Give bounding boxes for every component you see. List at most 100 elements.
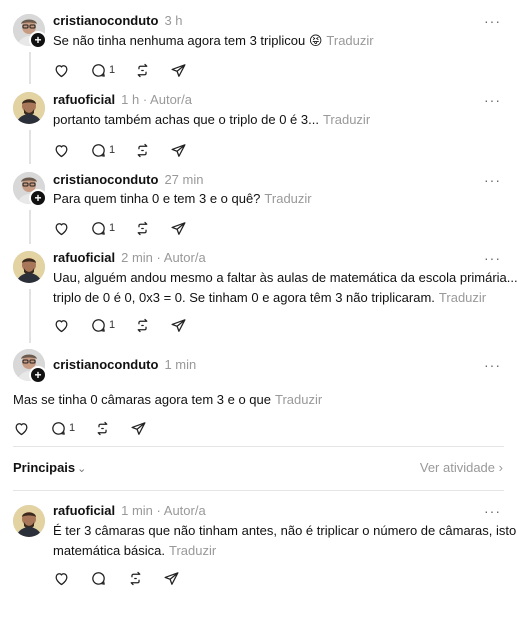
post-text: Para quem tinha 0 e tem 3 e o quê? Traduz…	[53, 189, 312, 209]
more-icon[interactable]: ···	[484, 250, 501, 266]
action-bar: 1	[53, 61, 203, 79]
repost-icon	[134, 220, 151, 237]
action-bar: 1	[13, 419, 163, 437]
post-header: rafuoficial 1 min · Autor/a	[53, 503, 206, 518]
chevron-right-icon: ›	[498, 460, 503, 475]
repost-button[interactable]	[134, 219, 151, 237]
share-button[interactable]	[170, 316, 187, 334]
comment-button[interactable]: 1	[90, 219, 115, 237]
post-text: Mas se tinha 0 câmaras agora tem 3 e o q…	[13, 390, 322, 410]
view-activity-label: Ver atividade	[419, 460, 496, 475]
avatar[interactable]	[13, 251, 45, 283]
share-button[interactable]	[170, 141, 187, 159]
comment-icon	[90, 62, 107, 79]
username[interactable]: cristianoconduto	[53, 172, 158, 187]
timestamp[interactable]: 2 min	[121, 250, 153, 265]
share-button[interactable]	[170, 61, 187, 79]
view-activity-link[interactable]: Ver atividade ›	[420, 460, 503, 475]
more-icon[interactable]: ···	[484, 172, 501, 188]
repost-icon	[94, 420, 111, 437]
translate-link[interactable]: Traduzir	[264, 191, 311, 206]
username[interactable]: rafuoficial	[53, 503, 115, 518]
repost-button[interactable]	[134, 316, 151, 334]
more-icon[interactable]: ···	[484, 503, 501, 519]
repost-button[interactable]	[134, 141, 151, 159]
more-icon[interactable]: ···	[484, 357, 501, 373]
divider	[13, 490, 504, 491]
username[interactable]: rafuoficial	[53, 92, 115, 107]
comment-button[interactable]: 1	[50, 419, 75, 437]
comment-button[interactable]: 1	[90, 61, 115, 79]
translate-link[interactable]: Traduzir	[439, 290, 486, 305]
translate-link[interactable]: Traduzir	[275, 392, 322, 407]
repost-button[interactable]	[127, 569, 144, 587]
post-text-line: Uau, alguém andou mesmo a faltar às aula…	[53, 270, 517, 285]
comment-button[interactable]: 1	[90, 141, 115, 159]
post-text-content: Se não tinha nenhuma agora tem 3 triplic…	[53, 33, 306, 48]
reply-count: 1	[109, 222, 116, 234]
share-button[interactable]	[163, 569, 180, 587]
comment-icon	[90, 220, 107, 237]
like-button[interactable]	[53, 569, 70, 587]
action-bar: 1	[53, 219, 203, 237]
comment-icon	[90, 317, 107, 334]
heart-icon	[13, 420, 30, 437]
sort-dropdown[interactable]: Principais ⌄	[13, 460, 86, 475]
send-icon	[170, 62, 187, 79]
chevron-down-icon: ⌄	[77, 463, 87, 475]
share-button[interactable]	[170, 219, 187, 237]
avatar[interactable]	[13, 505, 45, 537]
repost-icon	[134, 62, 151, 79]
timestamp[interactable]: 1 min	[164, 357, 196, 372]
repost-button[interactable]	[134, 61, 151, 79]
post-header: rafuoficial 1 h · Autor/a	[53, 92, 192, 107]
reply-count: 1	[69, 422, 76, 434]
share-button[interactable]	[130, 419, 147, 437]
timestamp[interactable]: 27 min	[164, 172, 203, 187]
plus-icon[interactable]: +	[29, 31, 47, 49]
like-button[interactable]	[53, 219, 70, 237]
post-text: É ter 3 câmaras que não tinham antes, nã…	[53, 521, 517, 561]
translate-link[interactable]: Traduzir	[169, 543, 216, 558]
timestamp[interactable]: 1 min	[121, 503, 153, 518]
timestamp[interactable]: 3 h	[164, 13, 182, 28]
reply-count: 1	[109, 64, 116, 76]
action-bar	[53, 569, 203, 587]
comment-icon	[90, 142, 107, 159]
comment-button[interactable]	[90, 569, 107, 587]
like-button[interactable]	[53, 61, 70, 79]
post-header: cristianoconduto 27 min	[53, 172, 203, 187]
username[interactable]: rafuoficial	[53, 250, 115, 265]
author-tag: · Autor/a	[156, 503, 206, 518]
comment-icon	[90, 570, 107, 587]
plus-icon[interactable]: +	[29, 189, 47, 207]
more-icon[interactable]: ···	[484, 13, 501, 29]
action-bar: 1	[53, 316, 203, 334]
author-tag: · Autor/a	[156, 250, 206, 265]
post-text-line: triplo de 0 é 0, 0x3 = 0. Se tinham 0 e …	[53, 290, 435, 305]
plus-icon[interactable]: +	[29, 366, 47, 384]
username[interactable]: cristianoconduto	[53, 13, 158, 28]
translate-link[interactable]: Traduzir	[323, 112, 370, 127]
translate-link[interactable]: Traduzir	[326, 33, 373, 48]
avatar[interactable]	[13, 92, 45, 124]
comment-button[interactable]: 1	[90, 316, 115, 334]
post-text-content: Mas se tinha 0 câmaras agora tem 3 e o q…	[13, 392, 271, 407]
post-header: cristianoconduto 1 min	[53, 357, 196, 372]
thread-line	[29, 289, 31, 343]
post-text-line: matemática básica.	[53, 543, 165, 558]
repost-icon	[134, 317, 151, 334]
like-button[interactable]	[53, 316, 70, 334]
heart-icon	[53, 317, 70, 334]
post-text-content: Para quem tinha 0 e tem 3 e o quê?	[53, 191, 261, 206]
reply-count: 1	[109, 319, 116, 331]
post-text: portanto também achas que o triplo de 0 …	[53, 110, 370, 130]
repost-button[interactable]	[94, 419, 111, 437]
more-icon[interactable]: ···	[484, 92, 501, 108]
like-button[interactable]	[13, 419, 30, 437]
username[interactable]: cristianoconduto	[53, 357, 158, 372]
like-button[interactable]	[53, 141, 70, 159]
send-icon	[170, 317, 187, 334]
emoji: 😝	[308, 33, 323, 48]
timestamp[interactable]: 1 h	[121, 92, 139, 107]
